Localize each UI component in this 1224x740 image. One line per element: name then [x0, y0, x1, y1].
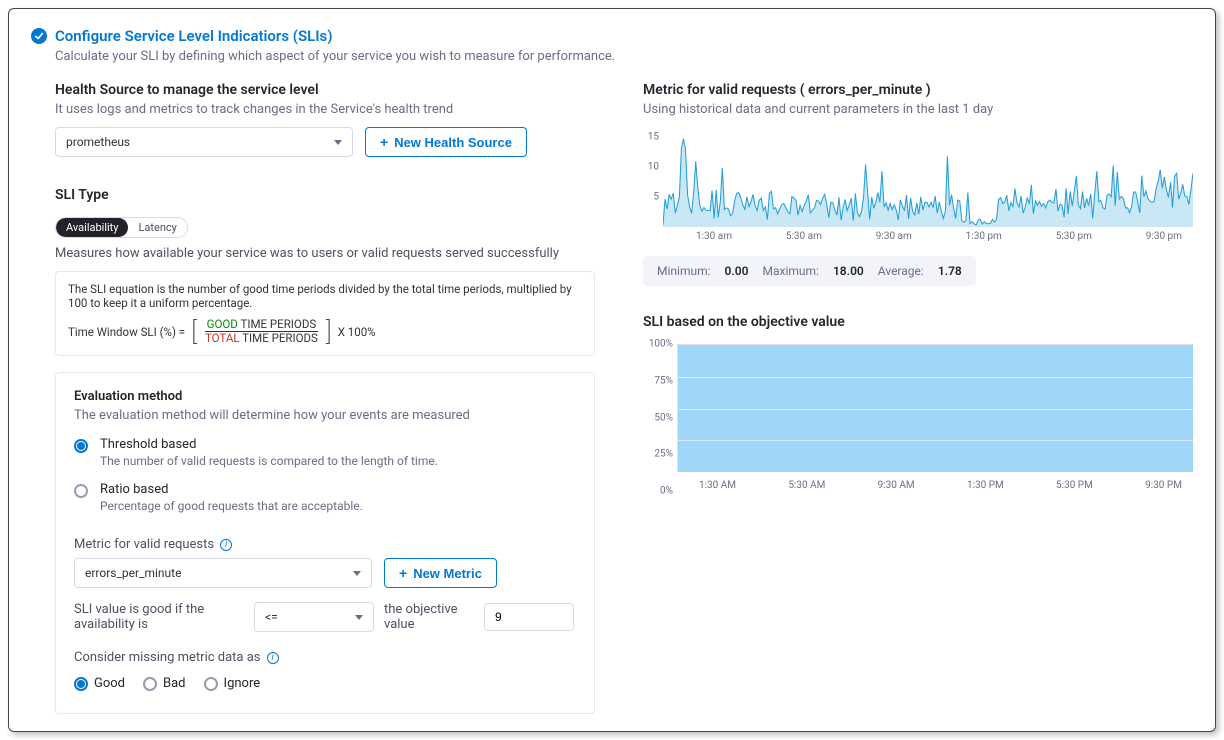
evaluation-heading: Evaluation method: [74, 389, 576, 404]
metric-select[interactable]: errors_per_minute: [74, 558, 372, 588]
formula-box: The SLI equation is the number of good t…: [55, 271, 595, 356]
radio-missing-good[interactable]: Good: [74, 675, 125, 691]
sli-chart-heading: SLI based on the objective value: [643, 314, 1193, 330]
evaluation-box: Evaluation method The evaluation method …: [55, 372, 595, 714]
metric-chart-heading: Metric for valid requests ( errors_per_m…: [643, 82, 1193, 98]
sentence-pre: SLI value is good if the availability is: [74, 602, 244, 632]
operator-select[interactable]: <=: [254, 602, 374, 632]
objective-value-input[interactable]: [484, 603, 574, 631]
sli-type-desc: Measures how available your service was …: [55, 246, 595, 261]
formula-note: The SLI equation is the number of good t…: [68, 282, 582, 310]
plus-icon: +: [380, 135, 388, 149]
metric-field-label: Metric for valid requests: [74, 537, 214, 552]
new-health-source-button[interactable]: + New Health Source: [365, 127, 527, 157]
formula-prefix: Time Window SLI (%) =: [68, 325, 185, 339]
radio-ratio-sub: Percentage of good requests that are acc…: [100, 499, 363, 513]
sli-type-latency[interactable]: Latency: [128, 218, 186, 237]
radio-threshold-based[interactable]: Threshold based The number of valid requ…: [74, 437, 576, 468]
page-subtitle: Calculate your SLI by defining which asp…: [55, 49, 1193, 64]
new-metric-label: New Metric: [413, 566, 482, 581]
health-source-select[interactable]: prometheus: [55, 127, 353, 157]
bracket-close-icon: ]: [326, 319, 332, 345]
new-health-source-label: New Health Source: [394, 135, 512, 150]
health-source-sub: It uses logs and metrics to track change…: [55, 102, 595, 117]
info-icon[interactable]: i: [267, 652, 279, 664]
radio-threshold-title: Threshold based: [100, 437, 438, 452]
sli-type-availability[interactable]: Availability: [56, 218, 128, 237]
health-source-heading: Health Source to manage the service leve…: [55, 82, 595, 98]
metric-stats: Minimum: 0.00 Maximum: 18.00 Average: 1.…: [643, 256, 976, 286]
radio-ratio-title: Ratio based: [100, 482, 363, 497]
radio-threshold-sub: The number of valid requests is compared…: [100, 454, 438, 468]
radio-missing-bad[interactable]: Bad: [143, 675, 186, 691]
page-title: Configure Service Level Indicatiors (SLI…: [55, 27, 333, 45]
metric-chart-sub: Using historical data and current parame…: [643, 102, 1193, 117]
plus-icon: +: [399, 566, 407, 580]
sli-type-heading: SLI Type: [55, 187, 595, 203]
radio-missing-ignore[interactable]: Ignore: [204, 675, 261, 691]
formula-suffix: X 100%: [338, 325, 376, 339]
evaluation-sub: The evaluation method will determine how…: [74, 408, 576, 423]
bracket-open-icon: [: [191, 319, 197, 345]
radio-ratio-based[interactable]: Ratio based Percentage of good requests …: [74, 482, 576, 513]
sli-type-toggle: Availability Latency: [55, 217, 188, 238]
check-circle-icon: [31, 28, 47, 44]
health-source-value: prometheus: [66, 135, 130, 149]
operator-value: <=: [265, 610, 278, 624]
missing-data-label: Consider missing metric data as: [74, 650, 261, 665]
metric-line-chart: 15 10 5 1:30 am 5:30 am 9:30 am 1:30 pm …: [643, 127, 1193, 242]
sentence-mid: the objective value: [384, 602, 474, 632]
sli-area-chart: 100% 75% 50% 25% 0% 1:30 AM 5:30 AM 9:30…: [643, 344, 1193, 491]
metric-select-value: errors_per_minute: [85, 566, 181, 580]
sli-config-panel: Configure Service Level Indicatiors (SLI…: [8, 8, 1216, 732]
new-metric-button[interactable]: + New Metric: [384, 558, 497, 588]
info-icon[interactable]: i: [220, 539, 232, 551]
